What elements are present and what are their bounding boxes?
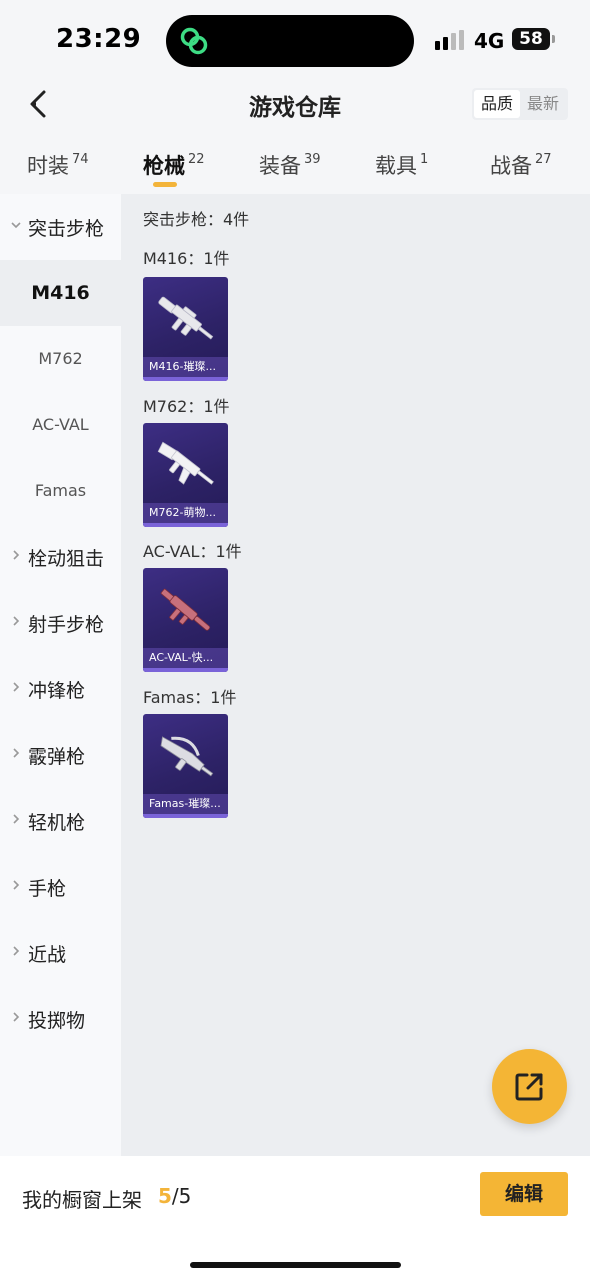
sidebar-category-assault-rifles[interactable]: 突击步枪 <box>0 194 121 260</box>
chevron-right-icon <box>13 682 20 692</box>
chevron-right-icon <box>13 880 20 890</box>
sidebar-category-shotgun[interactable]: 霰弹枪 <box>0 722 121 788</box>
sidebar: 突击步枪 M416 M762 AC-VAL Famas 栓动狙击 射手步枪 冲锋… <box>0 194 121 1156</box>
tab-count: 1 <box>420 152 429 167</box>
showcase-total: /5 <box>171 1184 192 1208</box>
status-bar: 23:29 4G 58 <box>0 0 590 80</box>
sidebar-category-smg[interactable]: 冲锋枪 <box>0 656 121 722</box>
item-card-m416[interactable]: M416-璀璨... <box>143 277 228 381</box>
cellular-signal-icon <box>435 30 464 50</box>
sidebar-category-label: 霰弹枪 <box>28 746 86 768</box>
rifle-icon <box>158 296 214 340</box>
rifle-icon <box>157 441 214 485</box>
sidebar-category-label: 栓动狙击 <box>28 548 105 570</box>
header: 游戏仓库 品质 最新 <box>0 80 590 128</box>
group-heading: M762：1件 <box>143 397 230 416</box>
sidebar-category-label: 轻机枪 <box>28 812 86 834</box>
edit-button[interactable]: 编辑 <box>480 1172 568 1216</box>
network-type: 4G <box>474 29 505 53</box>
sidebar-category-marksman[interactable]: 射手步枪 <box>0 590 121 656</box>
status-time: 23:29 <box>56 24 142 54</box>
sidebar-item-m762[interactable]: M762 <box>0 326 121 392</box>
item-caption: M762-萌物... <box>143 503 228 523</box>
tab-count: 74 <box>72 152 89 167</box>
rarity-bar <box>143 668 228 672</box>
content-panel: 突击步枪：4件 M416：1件 M416-璀璨... M762：1件 M762-… <box>121 194 590 1156</box>
active-tab-indicator <box>153 182 177 187</box>
battery-icon: 58 <box>512 28 555 50</box>
rifle-icon <box>160 588 211 631</box>
link-rings-icon <box>180 27 208 55</box>
chevron-right-icon <box>13 748 20 758</box>
sidebar-category-label: 突击步枪 <box>28 218 105 240</box>
group-heading: AC-VAL：1件 <box>143 542 242 561</box>
item-caption: AC-VAL-快... <box>143 648 228 668</box>
sidebar-category-label: 射手步枪 <box>28 614 105 636</box>
rarity-bar <box>143 377 228 381</box>
sidebar-category-pistol[interactable]: 手枪 <box>0 854 121 920</box>
sidebar-category-throwables[interactable]: 投掷物 <box>0 986 121 1052</box>
chevron-right-icon <box>13 616 20 626</box>
tab-label: 载具 <box>375 154 417 178</box>
tab-vehicles[interactable]: 载具 1 <box>375 150 428 180</box>
tab-label: 战备 <box>490 154 532 178</box>
tab-count: 39 <box>304 152 321 167</box>
rarity-bar <box>143 814 228 818</box>
category-tabs: 时装 74 枪械 22 装备 39 载具 1 战备 27 <box>0 140 590 194</box>
tab-equipment[interactable]: 装备 39 <box>259 150 321 180</box>
sidebar-category-bolt-action[interactable]: 栓动狙击 <box>0 524 121 590</box>
sidebar-item-famas[interactable]: Famas <box>0 458 121 524</box>
showcase-count: 5/5 <box>158 1184 191 1208</box>
sidebar-category-lmg[interactable]: 轻机枪 <box>0 788 121 854</box>
sidebar-category-melee[interactable]: 近战 <box>0 920 121 986</box>
sidebar-item-ac-val[interactable]: AC-VAL <box>0 392 121 458</box>
group-heading: Famas：1件 <box>143 688 237 707</box>
showcase-label: 我的橱窗上架 <box>22 1188 142 1212</box>
chevron-right-icon <box>13 1012 20 1022</box>
tab-firearms[interactable]: 枪械 22 <box>143 150 205 180</box>
home-indicator[interactable] <box>190 1262 401 1268</box>
item-card-famas[interactable]: Famas-璀璨... <box>143 714 228 818</box>
sort-newest[interactable]: 最新 <box>520 90 566 118</box>
chevron-right-icon <box>13 814 20 824</box>
chevron-right-icon <box>13 550 20 560</box>
tab-label: 装备 <box>259 154 301 178</box>
sort-quality[interactable]: 品质 <box>474 90 520 118</box>
tab-count: 27 <box>535 152 552 167</box>
share-button[interactable] <box>492 1049 567 1124</box>
sidebar-category-label: 冲锋枪 <box>28 680 86 702</box>
share-external-icon <box>515 1073 543 1101</box>
chevron-right-icon <box>13 946 20 956</box>
tab-fashion[interactable]: 时装 74 <box>27 150 89 180</box>
sidebar-category-label: 投掷物 <box>28 1010 86 1032</box>
sidebar-category-label: 近战 <box>28 944 67 966</box>
sidebar-category-label: 手枪 <box>28 878 67 900</box>
sort-toggle: 品质 最新 <box>472 88 568 120</box>
item-card-ac-val[interactable]: AC-VAL-快... <box>143 568 228 672</box>
tab-label: 枪械 <box>143 154 185 178</box>
chevron-down-icon <box>11 222 21 229</box>
item-card-m762[interactable]: M762-萌物... <box>143 423 228 527</box>
showcase-current: 5 <box>158 1184 172 1208</box>
group-heading: M416：1件 <box>143 249 230 268</box>
tab-label: 时装 <box>27 154 69 178</box>
item-caption: Famas-璀璨... <box>143 794 228 814</box>
rarity-bar <box>143 523 228 527</box>
item-caption: M416-璀璨... <box>143 357 228 377</box>
dynamic-island <box>166 15 414 67</box>
category-summary: 突击步枪：4件 <box>143 210 250 229</box>
sidebar-item-m416[interactable]: M416 <box>0 260 121 326</box>
tab-supplies[interactable]: 战备 27 <box>490 150 552 180</box>
rifle-icon <box>160 736 214 777</box>
tab-count: 22 <box>188 152 205 167</box>
